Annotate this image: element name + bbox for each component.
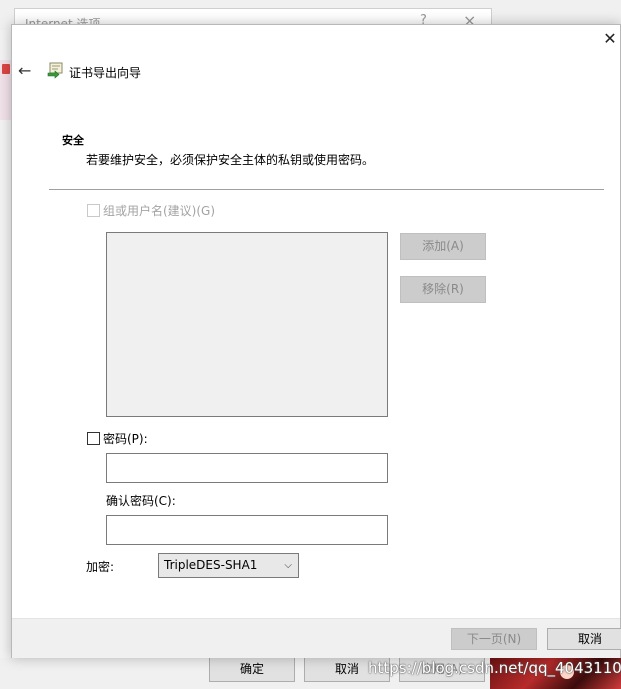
encryption-label: 加密:	[86, 560, 115, 574]
password-checkbox[interactable]	[87, 432, 100, 445]
cancel-button[interactable]: 取消	[547, 628, 621, 650]
confirm-password-label: 确认密码(C):	[106, 494, 176, 508]
watermark-text: https://blog.csdn.net/qq_40431100	[368, 659, 621, 677]
group-or-username-label: 组或用户名(建议)(G)	[103, 204, 216, 218]
wizard-footer: 下一页(N) 取消	[12, 618, 621, 658]
password-input[interactable]	[106, 453, 388, 483]
group-user-list[interactable]	[106, 232, 388, 417]
add-button[interactable]: 添加(A)	[400, 233, 486, 260]
certificate-icon	[47, 62, 63, 79]
close-icon[interactable]: ✕	[600, 29, 620, 49]
remove-button[interactable]: 移除(R)	[400, 276, 486, 303]
section-description: 若要维护安全，必须保护安全主体的私钥或使用密码。	[86, 153, 375, 167]
group-or-username-checkbox[interactable]	[87, 204, 100, 217]
password-label: 密码(P):	[103, 432, 148, 446]
encryption-select[interactable]: TripleDES-SHA1 ⌵	[158, 553, 299, 578]
encryption-selected-value: TripleDES-SHA1	[164, 558, 258, 572]
section-title: 安全	[62, 134, 84, 147]
header-divider	[49, 189, 604, 190]
wizard-title: 证书导出向导	[69, 66, 142, 80]
background-red-icon	[2, 64, 10, 74]
back-arrow-icon[interactable]: ←	[18, 61, 36, 81]
confirm-password-input[interactable]	[106, 515, 388, 545]
chevron-down-icon: ⌵	[284, 560, 292, 571]
background-ok-button[interactable]: 确定	[209, 656, 295, 682]
certificate-export-wizard-dialog: ✕ ← 证书导出向导 安全 若要维护安全，必须保护安全主体的私钥或使用密码。 组…	[11, 24, 621, 658]
next-button[interactable]: 下一页(N)	[451, 628, 537, 650]
